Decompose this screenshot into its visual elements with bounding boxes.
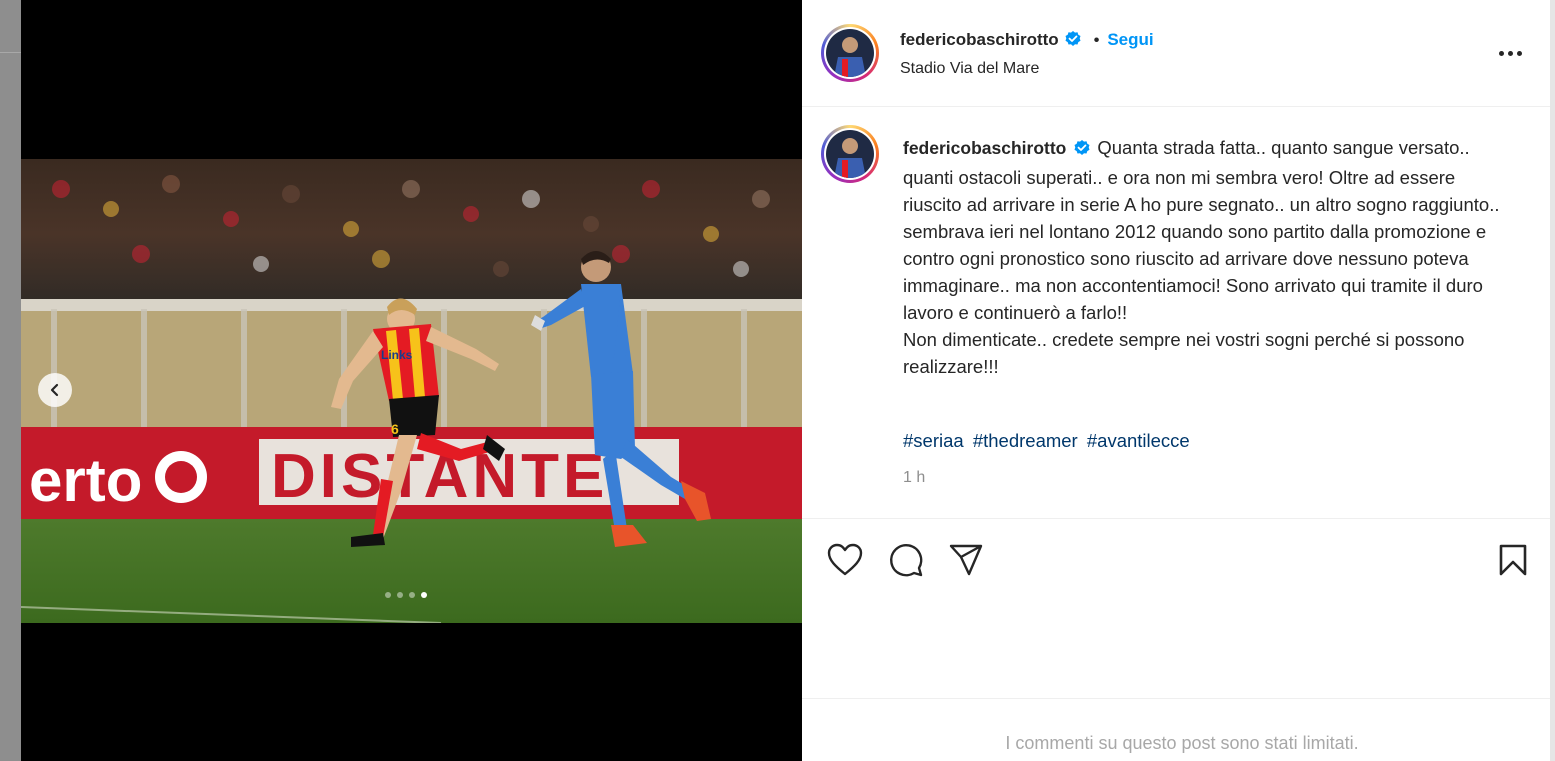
post-caption: federicobaschirotto Quanta strada fatta..… — [903, 134, 1503, 380]
hashtag-link[interactable]: #seriaa — [903, 430, 964, 451]
hashtags: #seriaa #thedreamer #avantilecce — [903, 430, 1194, 452]
caption-author-avatar[interactable] — [821, 125, 879, 183]
carousel-dot-active — [421, 592, 427, 598]
comment-icon — [890, 544, 923, 577]
sponsor-text: Links — [381, 348, 413, 362]
hashtag-link[interactable]: #thedreamer — [973, 430, 1078, 451]
comments-limited-notice: I commenti su questo post sono stati lim… — [1005, 733, 1359, 753]
carousel-dot — [409, 592, 415, 598]
shirt-number: 6 — [391, 421, 399, 437]
post-header: federicobaschirotto • Segui Stadio Via del… — [802, 0, 1550, 107]
comment-button[interactable] — [887, 541, 925, 579]
post-location[interactable]: Stadio Via del Mare — [900, 60, 1039, 78]
hashtag-link[interactable]: #avantilecce — [1087, 430, 1190, 451]
post-photo: erto DISTANTE Links 6 — [21, 159, 802, 623]
post-details-panel: federicobaschirotto • Segui Stadio Via del… — [802, 0, 1550, 761]
carousel-prev-button[interactable] — [38, 373, 72, 407]
caption-section: federicobaschirotto Quanta strada fatta..… — [802, 107, 1550, 519]
share-button[interactable] — [947, 541, 985, 579]
chevron-left-icon — [50, 383, 59, 397]
post-media: erto DISTANTE Links 6 — [21, 0, 802, 761]
save-button[interactable] — [1494, 541, 1532, 579]
post-actions — [802, 519, 1550, 699]
heart-icon — [827, 543, 863, 576]
carousel-dot — [397, 592, 403, 598]
carousel-dot — [385, 592, 391, 598]
follow-button[interactable]: Segui — [1107, 30, 1153, 49]
separator-bullet: • — [1093, 32, 1100, 49]
more-options-icon — [1498, 50, 1504, 56]
author-username[interactable]: federicobaschirotto — [900, 30, 1059, 49]
author-avatar[interactable] — [821, 24, 879, 82]
bookmark-icon — [1499, 544, 1527, 576]
caption-text: Quanta strada fatta.. quanto sangue vers… — [903, 137, 1500, 377]
share-icon — [949, 544, 983, 576]
page-backdrop — [0, 0, 21, 761]
more-options-button[interactable] — [1495, 46, 1525, 60]
scrollbar[interactable] — [1550, 0, 1555, 761]
caption-username[interactable]: federicobaschirotto — [903, 138, 1066, 158]
verified-badge-icon — [1064, 30, 1082, 53]
carousel-indicator — [385, 592, 427, 598]
post-timestamp[interactable]: 1 h — [903, 469, 925, 487]
like-button[interactable] — [826, 541, 864, 579]
banner-text-left: erto — [29, 447, 142, 514]
verified-badge-icon — [1073, 137, 1091, 164]
